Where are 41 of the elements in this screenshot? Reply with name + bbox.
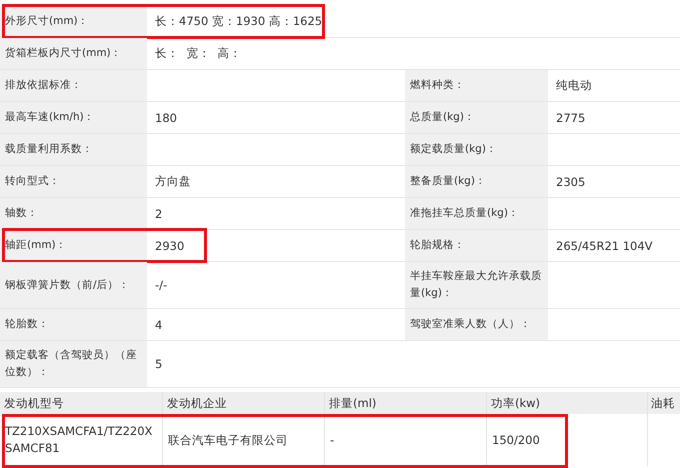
column-header: 油耗 (650, 394, 676, 412)
spec-label: 总质量(kg)： (405, 102, 548, 133)
spec-value: 4 (154, 316, 164, 334)
spec-value: 265/45R21 104V (555, 238, 654, 254)
spec-label: 额定载客（含驾驶员）（座位数）： (0, 341, 147, 387)
spec-value: 180 (154, 110, 178, 126)
table-cell: - (325, 414, 487, 466)
table-cell: 联合汽车电子有限公司 (163, 414, 325, 466)
column-header: 排量(ml) (325, 392, 487, 414)
spec-value: 2 (154, 206, 164, 222)
spec-value: 2775 (555, 110, 586, 126)
spec-label: 半挂车鞍座最大允许承载质量(kg)： (405, 262, 548, 308)
spec-label: 燃料种类： (405, 70, 548, 101)
table-cell: 150/200 (487, 414, 648, 466)
spec-label: 转向型式： (0, 166, 147, 197)
spec-label: 轴距(mm)： (0, 230, 147, 261)
spec-label: 外形尺寸(mm)： (0, 6, 147, 37)
spec-label: 轴数： (0, 198, 147, 229)
spec-label: 驾驶室准乘人数（人）： (405, 309, 548, 340)
spec-value: 5 (154, 356, 164, 373)
table-cell: TZ210XSAMCFA1/TZ220XSAMCF81 (0, 414, 163, 466)
spec-label: 轮胎规格： (405, 230, 548, 261)
spec-label: 整备质量(kg)： (405, 166, 548, 197)
spec-value: -/- (154, 277, 168, 294)
spec-value: 2305 (555, 174, 586, 190)
column-header: 发动机企业 (163, 392, 325, 414)
spec-label: 货箱栏板内尺寸(mm)： (0, 38, 147, 69)
spec-label: 最高车速(km/h)： (0, 102, 147, 133)
column-header: 发动机型号 (0, 392, 163, 414)
spec-label: 钢板弹簧片数（前/后）： (0, 262, 147, 308)
spec-label: 载质量利用系数： (0, 134, 147, 165)
spec-value: 2930 (154, 238, 186, 254)
spec-label: 准拖挂车总质量(kg)： (405, 198, 548, 229)
spec-value: 长：4750 宽：1930 高：1625 (154, 13, 324, 30)
spec-value: 长： 宽： 高： (154, 45, 243, 62)
spec-value: 方向盘 (154, 173, 192, 190)
spec-value: 纯电动 (555, 77, 593, 94)
spec-label: 排放依据标准： (0, 70, 147, 101)
spec-label: 轮胎数： (0, 309, 147, 340)
spec-label: 额定载质量(kg)： (405, 134, 548, 165)
column-header: 功率(kw) (487, 392, 648, 414)
